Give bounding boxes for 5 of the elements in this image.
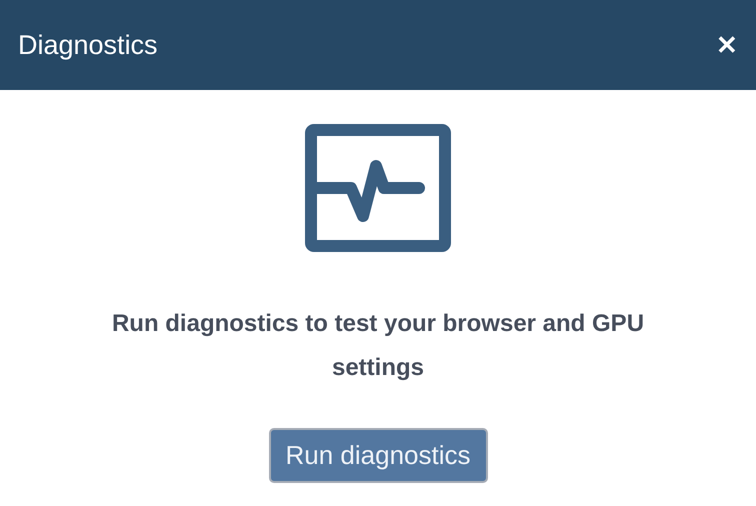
close-button[interactable]: ✕ (712, 30, 742, 60)
diagnostics-message: Run diagnostics to test your browser and GPU settings (110, 309, 646, 383)
run-diagnostics-button[interactable]: Run diagnostics (268, 428, 488, 483)
window-title: Diagnostics (18, 30, 158, 60)
heartbeat-monitor-icon (305, 124, 451, 252)
